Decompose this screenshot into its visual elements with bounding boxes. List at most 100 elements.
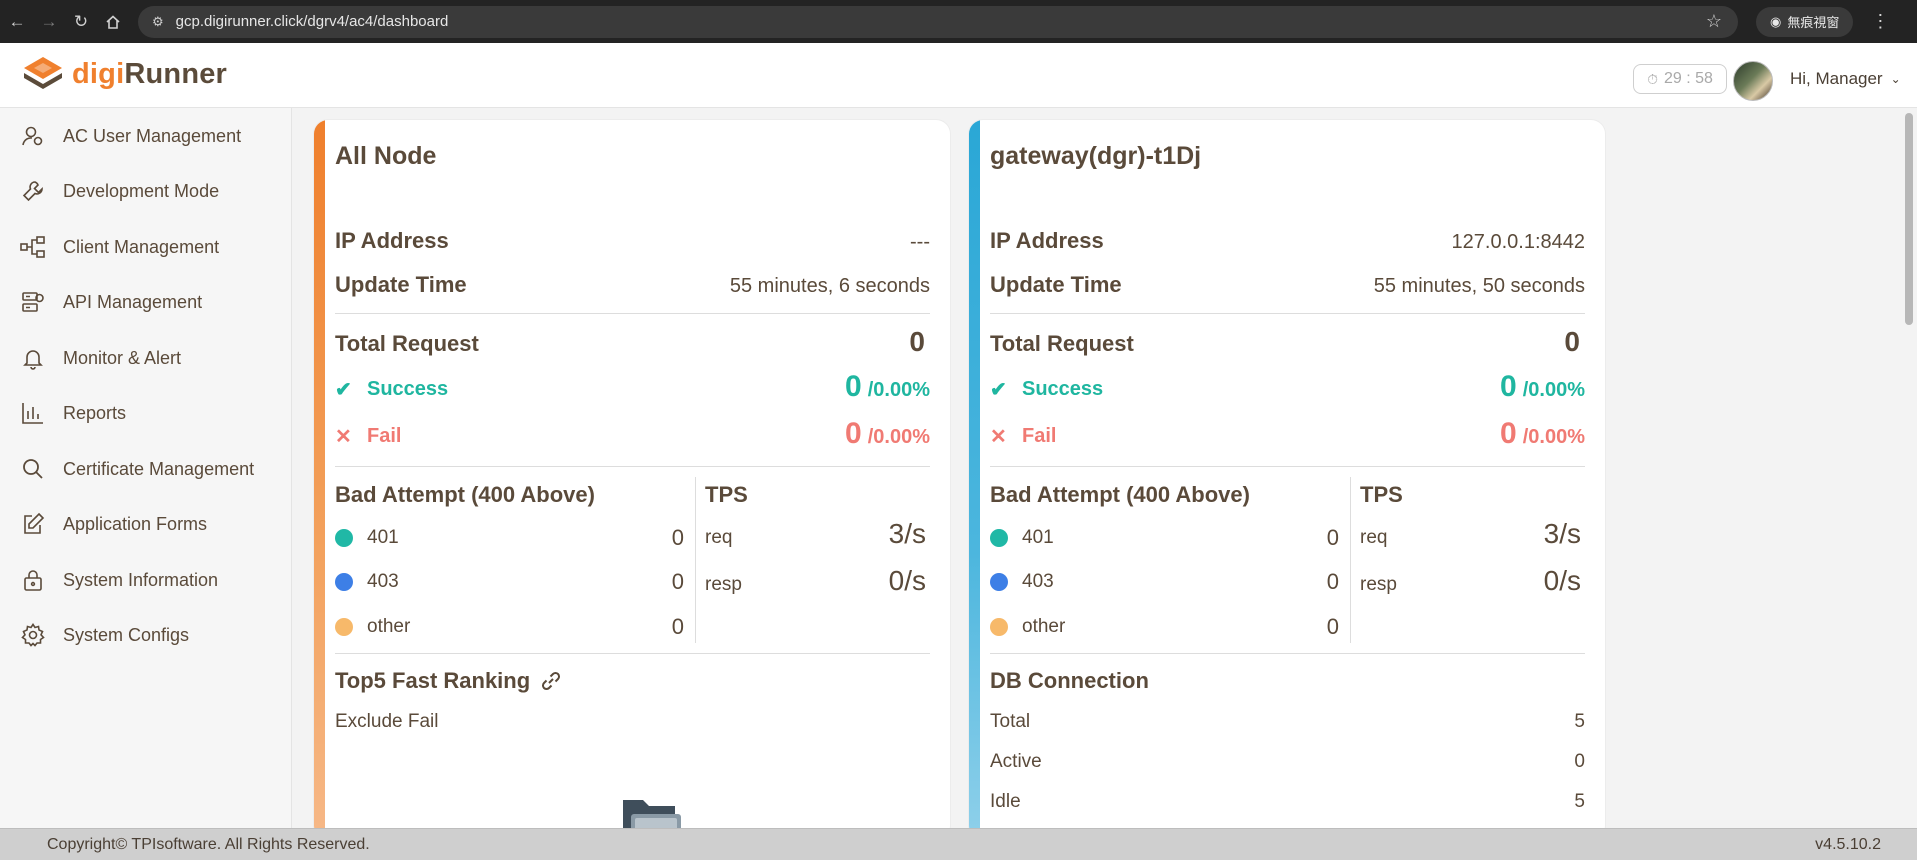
sidebar-item-ac-user-management[interactable]: AC User Management xyxy=(20,121,241,151)
reload-icon[interactable]: ↻ xyxy=(66,7,96,37)
code-label: other xyxy=(367,616,411,637)
divider xyxy=(335,313,930,314)
logo-mark-icon xyxy=(22,55,64,93)
code-count: 0 xyxy=(671,525,684,550)
user-greeting: Hi, Manager xyxy=(1790,69,1883,88)
success-percent: /0.00% xyxy=(1522,379,1585,401)
sidebar-item-label: Certificate Management xyxy=(63,458,255,479)
success-row: ✔ Success 0/0.00% xyxy=(335,370,930,404)
api-server-icon xyxy=(20,289,46,315)
divider xyxy=(990,313,1585,314)
tps-resp-row: resp 0/s xyxy=(705,565,930,597)
db-value: 5 xyxy=(1574,791,1585,812)
total-request-row: Total Request 0 xyxy=(990,326,1585,358)
address-bar[interactable]: ⚙ gcp.digirunner.click/dgrv4/ac4/dashboa… xyxy=(138,5,1738,38)
check-icon: ✔ xyxy=(990,379,1007,401)
user-menu[interactable]: Hi, Manager ⌄ xyxy=(1790,69,1901,89)
home-icon[interactable] xyxy=(98,7,128,37)
top5-ranking-header: Top5 Fast Ranking xyxy=(335,668,562,694)
sidebar-item-certificate-management[interactable]: Certificate Management xyxy=(20,454,254,484)
exclude-fail-label: Exclude Fail xyxy=(335,711,439,732)
db-label: Total xyxy=(990,711,1031,732)
node-card-all: All Node IP Address --- Update Time 55 m… xyxy=(314,120,950,840)
scrollbar-thumb[interactable] xyxy=(1905,113,1913,325)
bad-attempt-403-row: 403 0 xyxy=(990,569,1339,595)
ip-value: --- xyxy=(910,231,930,253)
bad-attempt-401-row: 401 0 xyxy=(335,525,684,551)
card-accent xyxy=(314,120,325,840)
bell-icon xyxy=(20,345,46,371)
blue-dot-icon xyxy=(990,573,1008,591)
sidebar-item-label: System Configs xyxy=(63,624,190,645)
code-count: 0 xyxy=(1326,614,1339,639)
forward-arrow-icon[interactable]: → xyxy=(34,7,64,37)
tps-label: resp xyxy=(1360,574,1397,595)
footer: Copyright© TPIsoftware. All Rights Reser… xyxy=(0,828,1917,860)
code-count: 0 xyxy=(671,569,684,594)
sidebar-item-system-configs[interactable]: System Configs xyxy=(20,620,189,650)
sidebar-item-label: Reports xyxy=(63,402,127,423)
ip-label: IP Address xyxy=(990,228,1104,253)
browser-menu-icon[interactable]: ⋮ xyxy=(1871,11,1889,32)
update-value: 55 minutes, 50 seconds xyxy=(1373,275,1585,297)
digirunner-logo[interactable]: digiRunner xyxy=(22,55,227,93)
wrench-icon xyxy=(20,178,46,204)
teal-dot-icon xyxy=(990,529,1008,547)
code-count: 0 xyxy=(1326,525,1339,550)
sidebar-item-reports[interactable]: Reports xyxy=(20,398,126,428)
tps-label: req xyxy=(1360,527,1388,548)
db-value: 5 xyxy=(1574,711,1585,732)
logo-suffix: Runner xyxy=(124,57,228,90)
link-icon[interactable] xyxy=(540,670,562,692)
incognito-badge[interactable]: ◉ 無痕視窗 xyxy=(1756,6,1854,37)
update-value: 55 minutes, 6 seconds xyxy=(729,275,930,297)
db-connection-title: DB Connection xyxy=(990,668,1149,693)
success-row: ✔ Success 0/0.00% xyxy=(990,370,1585,404)
sidebar-item-api-management[interactable]: API Management xyxy=(20,287,202,317)
divider xyxy=(990,466,1585,467)
bookmark-star-icon[interactable]: ☆ xyxy=(1706,11,1722,32)
site-settings-icon[interactable]: ⚙ xyxy=(152,14,164,30)
dashboard-main: All Node IP Address --- Update Time 55 m… xyxy=(292,108,1917,840)
total-label: Total Request xyxy=(990,331,1134,356)
code-count: 0 xyxy=(671,614,684,639)
back-arrow-icon[interactable]: ← xyxy=(2,7,32,37)
card-title: All Node xyxy=(335,142,437,170)
sidebar-item-monitor-alert[interactable]: Monitor & Alert xyxy=(20,343,181,373)
avatar[interactable] xyxy=(1733,61,1773,101)
timer-value: 29 : 58 xyxy=(1663,70,1713,87)
update-label: Update Time xyxy=(335,272,467,297)
ip-value: 127.0.0.1:8442 xyxy=(1451,231,1585,253)
top5-title: Top5 Fast Ranking xyxy=(335,668,531,693)
chevron-down-icon: ⌄ xyxy=(1890,72,1901,86)
db-label: Idle xyxy=(990,791,1021,812)
divider xyxy=(335,466,930,467)
fail-label: Fail xyxy=(367,425,402,447)
success-label: Success xyxy=(1022,378,1104,400)
card-title: gateway(dgr)-t1Dj xyxy=(990,142,1202,170)
update-time-row: Update Time 55 minutes, 6 seconds xyxy=(335,272,930,298)
total-label: Total Request xyxy=(335,331,479,356)
success-value: 0 xyxy=(1500,370,1517,403)
sidebar-item-label: AC User Management xyxy=(63,125,242,146)
divider xyxy=(990,653,1585,654)
fail-percent: /0.00% xyxy=(1522,426,1585,448)
bar-chart-icon xyxy=(20,400,46,426)
close-icon: ✕ xyxy=(335,426,352,448)
sidebar-item-client-management[interactable]: Client Management xyxy=(20,232,219,262)
fail-value: 0 xyxy=(845,417,862,450)
orange-dot-icon xyxy=(335,618,353,636)
sidebar-item-development-mode[interactable]: Development Mode xyxy=(20,176,219,206)
lock-icon xyxy=(20,567,46,593)
sidebar-item-application-forms[interactable]: Application Forms xyxy=(20,509,207,539)
total-value: 0 xyxy=(909,326,925,357)
tps-title: TPS xyxy=(1360,482,1403,507)
fail-row: ✕ Fail 0/0.00% xyxy=(335,417,930,451)
tps-value: 0/s xyxy=(1543,565,1581,596)
search-icon xyxy=(20,456,46,482)
blue-dot-icon xyxy=(335,573,353,591)
browser-toolbar: ← → ↻ ⚙ gcp.digirunner.click/dgrv4/ac4/d… xyxy=(0,0,1917,43)
logo-text: digiRunner xyxy=(72,58,227,91)
bad-attempt-403-row: 403 0 xyxy=(335,569,684,595)
sidebar-item-system-information[interactable]: System Information xyxy=(20,565,218,595)
